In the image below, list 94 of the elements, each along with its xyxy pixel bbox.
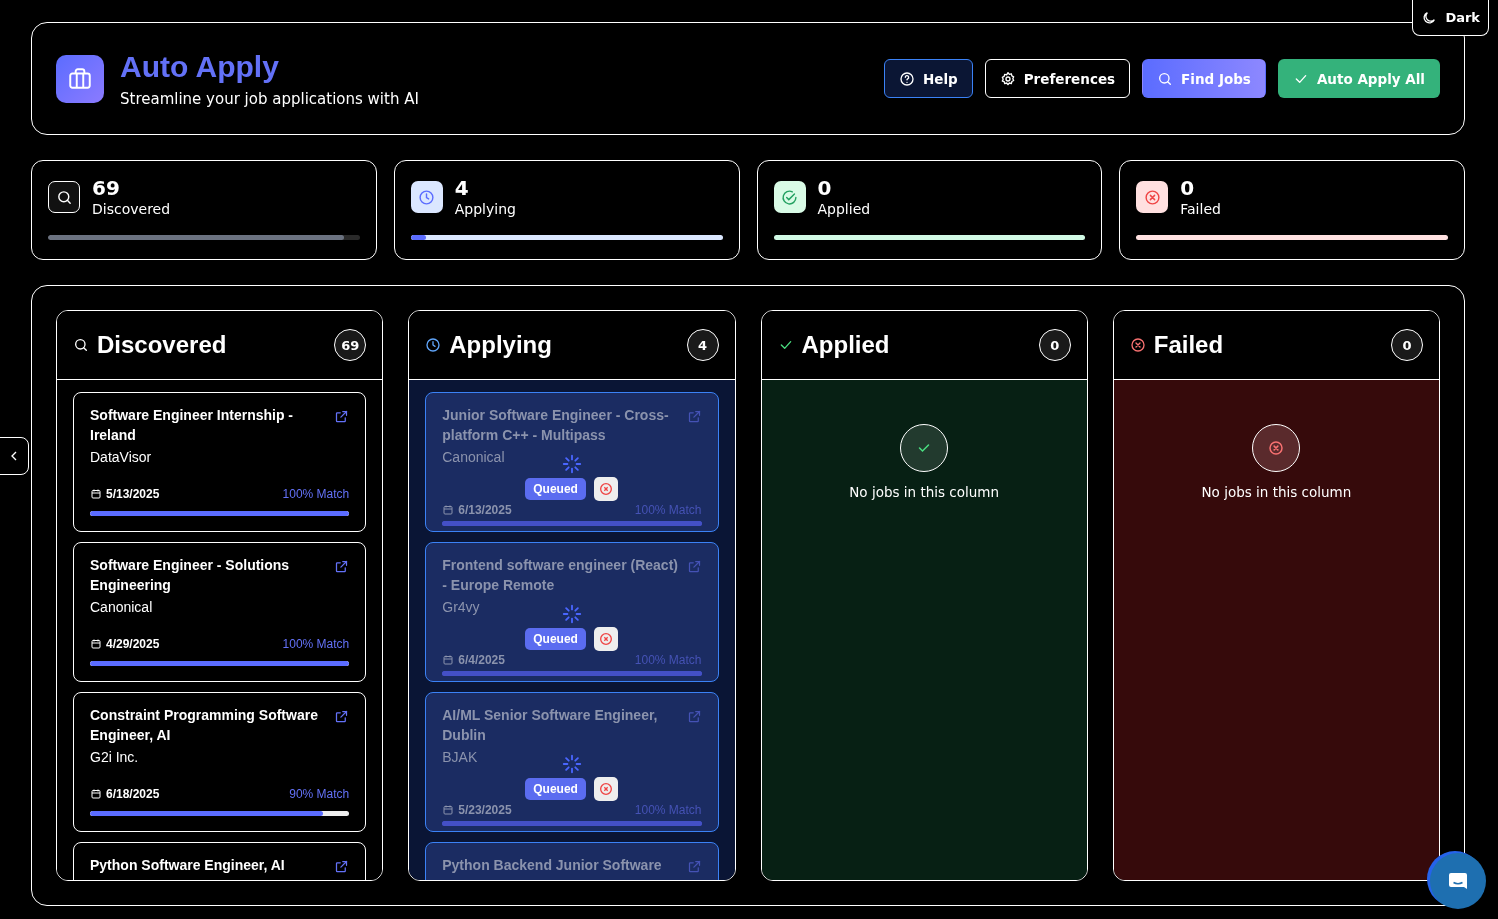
calendar-icon bbox=[90, 638, 102, 650]
match-score: 100% Match bbox=[634, 803, 702, 817]
job-title: AI/ML Senior Software Engineer, Dublin bbox=[442, 706, 659, 745]
match-score: 100% Match bbox=[634, 503, 702, 517]
job-card[interactable]: Junior Software Engineer - Cross-platform C++ - Multipass Canonical 6/13/2025 100% Match Queued bbox=[425, 392, 719, 532]
help-icon bbox=[898, 70, 915, 87]
gear-icon bbox=[999, 70, 1016, 87]
match-score: 100% Match bbox=[634, 653, 702, 667]
column-title: Discovered bbox=[97, 331, 227, 359]
calendar-icon bbox=[90, 788, 102, 800]
stat-label: Failed bbox=[1180, 201, 1221, 217]
clock-icon bbox=[425, 337, 442, 353]
column-count: 0 bbox=[1391, 329, 1423, 361]
company-name: Canonical bbox=[442, 449, 505, 465]
loading-spinner-icon bbox=[560, 603, 583, 625]
job-title: Software Engineer - Solutions Engineering bbox=[90, 556, 291, 595]
job-card[interactable]: Python Software Engineer, AI bbox=[73, 842, 367, 880]
calendar-icon bbox=[442, 654, 455, 666]
status-badge: Queued bbox=[525, 628, 586, 650]
company-name: Canonical bbox=[90, 599, 153, 615]
search-icon bbox=[1157, 70, 1174, 87]
cancel-button[interactable] bbox=[593, 777, 618, 801]
stat-label: Applying bbox=[454, 201, 516, 217]
loading-spinner-icon bbox=[560, 453, 583, 475]
stat-value: 0 bbox=[1180, 177, 1196, 199]
status-badge: Queued bbox=[525, 478, 586, 500]
app-title: Auto Apply bbox=[120, 49, 280, 84]
stat-value: 69 bbox=[92, 177, 121, 199]
empty-message: No jobs in this column bbox=[1201, 484, 1352, 500]
x-circle-icon bbox=[597, 781, 614, 797]
company-name: G2i Inc. bbox=[90, 749, 139, 765]
x-circle-icon bbox=[1129, 337, 1146, 353]
job-date: 4/29/2025 bbox=[106, 637, 160, 651]
column-title: Applying bbox=[449, 331, 552, 359]
job-title: Python Software Engineer, AI bbox=[90, 856, 286, 875]
job-card[interactable]: AI/ML Senior Software Engineer, Dublin BJAK 5/23/2025 100% Match Queued bbox=[425, 692, 719, 832]
status-badge: Queued bbox=[525, 778, 586, 800]
cancel-button[interactable] bbox=[593, 627, 618, 651]
job-date: 6/4/2025 bbox=[458, 653, 505, 667]
preferences-button[interactable]: Preferences bbox=[984, 59, 1131, 98]
stat-label: Applied bbox=[817, 201, 871, 217]
collapse-sidebar-button[interactable] bbox=[0, 437, 29, 475]
x-circle-icon bbox=[597, 631, 614, 647]
company-name: BJAK bbox=[442, 749, 478, 765]
match-score: 100% Match bbox=[282, 637, 350, 651]
help-button[interactable]: Help bbox=[883, 59, 973, 98]
job-title: Constraint Programming Software Engineer, AI bbox=[90, 706, 319, 745]
find-button[interactable]: Find Jobs bbox=[1142, 59, 1266, 98]
clock-icon bbox=[410, 181, 443, 213]
calendar-icon bbox=[442, 804, 455, 816]
job-card[interactable]: Constraint Programming Software Engineer, AI G2i Inc. 6/18/2025 90% Match bbox=[73, 692, 367, 832]
check-icon bbox=[900, 424, 949, 472]
external-link-icon[interactable] bbox=[334, 709, 350, 724]
calendar-icon bbox=[442, 504, 455, 516]
external-link-icon[interactable] bbox=[334, 859, 350, 874]
loading-spinner-icon bbox=[560, 753, 583, 775]
stat-value: 0 bbox=[817, 177, 833, 199]
search-icon bbox=[48, 181, 80, 213]
stat-value: 4 bbox=[454, 177, 470, 199]
job-card[interactable]: Python Backend Junior Software bbox=[425, 842, 719, 880]
column-count: 0 bbox=[1038, 329, 1071, 361]
cancel-button[interactable] bbox=[593, 477, 618, 501]
stat-label: Discovered bbox=[92, 201, 171, 217]
job-title: Junior Software Engineer - Cross-platform C++ - Multipass bbox=[442, 406, 670, 445]
job-title: Frontend software engineer (React) - Europe Remote bbox=[442, 556, 679, 595]
search-icon bbox=[73, 337, 89, 353]
app-subtitle: Streamline your job applications with AI bbox=[120, 89, 419, 108]
job-title: Python Backend Junior Software bbox=[442, 856, 662, 875]
external-link-icon[interactable] bbox=[334, 559, 350, 574]
x-circle-icon bbox=[597, 481, 614, 497]
column-title: Failed bbox=[1153, 331, 1224, 359]
job-date: 5/23/2025 bbox=[458, 803, 512, 817]
company-name: Gr4vy bbox=[442, 599, 480, 615]
job-card[interactable]: Software Engineer - Solutions Engineering Canonical 4/29/2025 100% Match bbox=[73, 542, 367, 682]
match-score: 100% Match bbox=[282, 487, 350, 501]
column-title: Applied bbox=[801, 331, 890, 359]
external-link-icon[interactable] bbox=[334, 409, 350, 424]
column-count: 69 bbox=[334, 329, 367, 361]
job-title: Software Engineer Internship - Ireland bbox=[90, 406, 295, 445]
briefcase-logo-icon bbox=[56, 54, 104, 103]
job-date: 5/13/2025 bbox=[106, 487, 160, 501]
empty-message: No jobs in this column bbox=[849, 484, 999, 500]
job-card[interactable]: Frontend software engineer (React) - Europe Remote Gr4vy 6/4/2025 100% Match Queued bbox=[425, 542, 719, 682]
chat-button[interactable] bbox=[1430, 853, 1486, 909]
job-card[interactable]: Software Engineer Internship - Ireland DataVisor 5/13/2025 100% Match bbox=[73, 392, 367, 532]
job-date: 6/18/2025 bbox=[106, 787, 160, 801]
column-count: 4 bbox=[686, 329, 719, 361]
calendar-icon bbox=[90, 488, 102, 500]
x-circle-icon bbox=[1252, 424, 1301, 472]
moon-icon bbox=[1421, 9, 1438, 26]
job-date: 6/13/2025 bbox=[458, 503, 512, 517]
match-score: 90% Match bbox=[289, 787, 350, 801]
company-name: DataVisor bbox=[90, 449, 152, 465]
theme-toggle-button[interactable]: Dark bbox=[1412, 0, 1489, 36]
